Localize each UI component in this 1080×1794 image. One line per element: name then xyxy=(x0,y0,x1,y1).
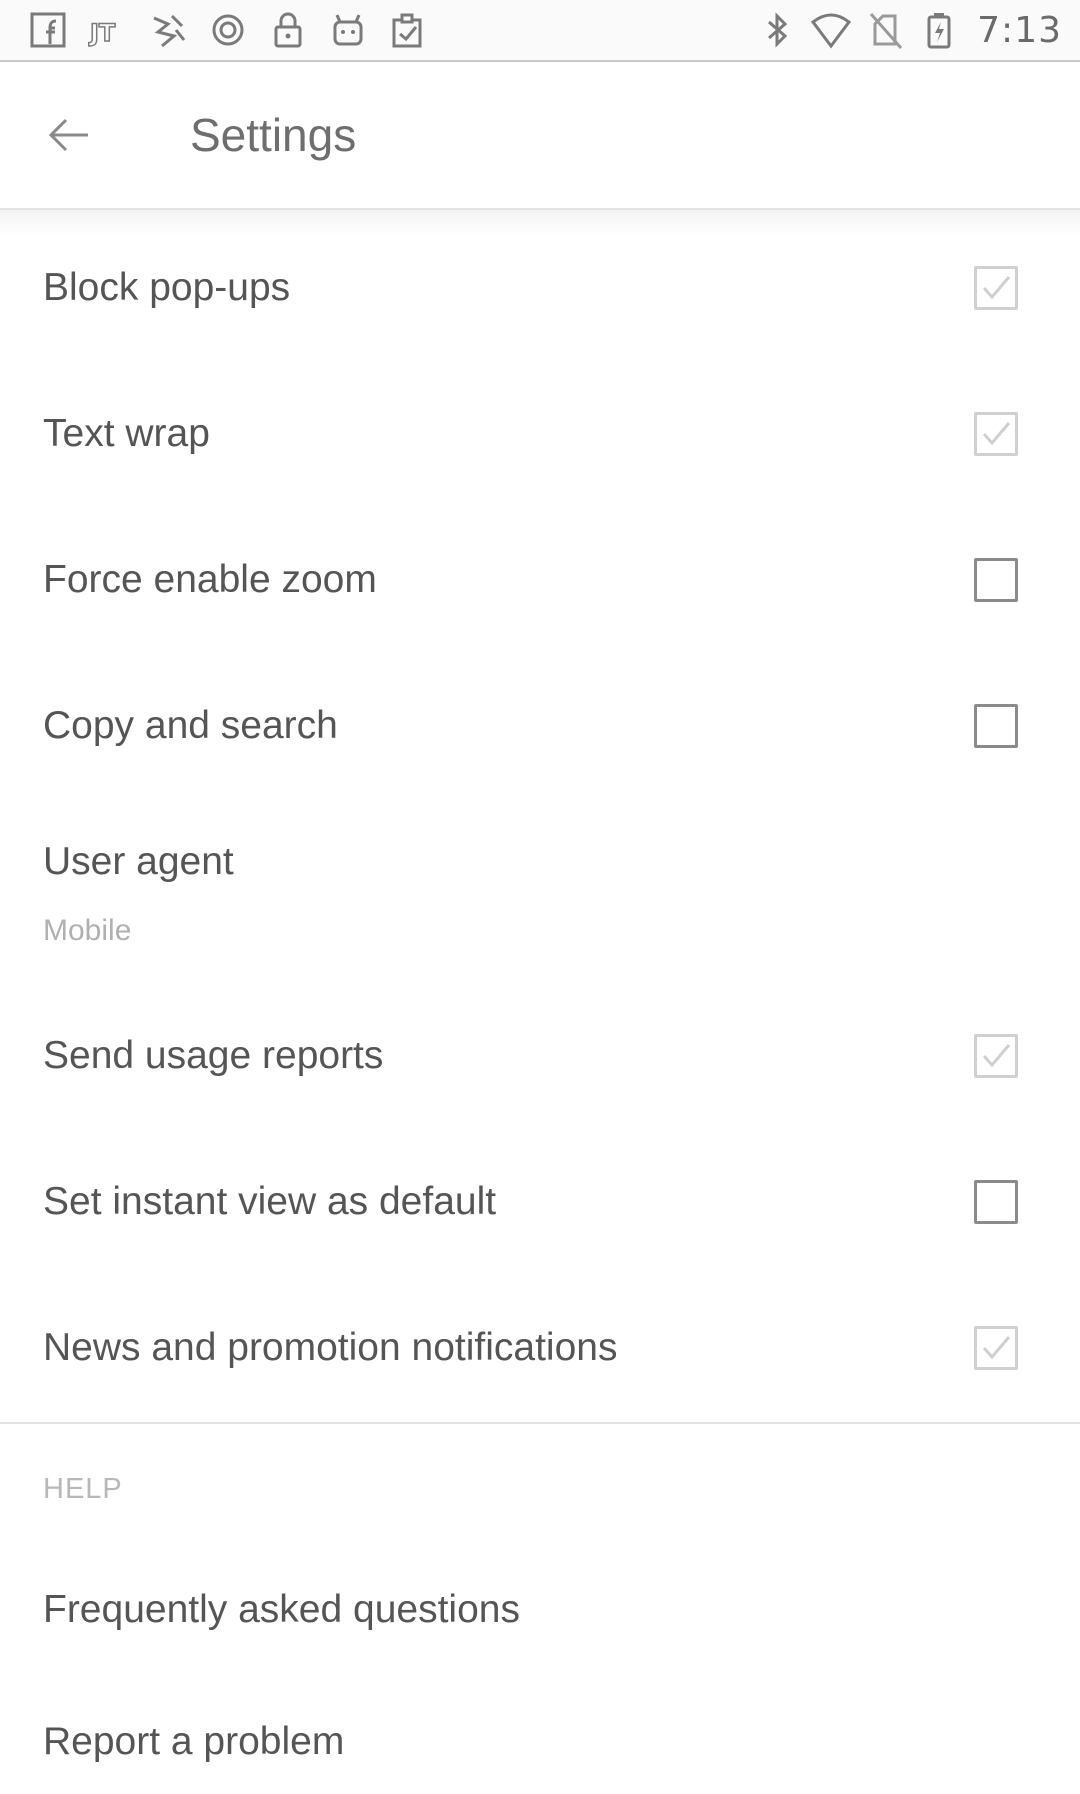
text-wrap-checkbox[interactable] xyxy=(974,412,1018,456)
setting-news-promotion-notifications[interactable]: News and promotion notifications xyxy=(0,1270,1080,1420)
bluetooth-icon xyxy=(755,8,799,52)
check-icon xyxy=(982,422,1011,446)
check-icon xyxy=(982,276,1011,300)
setting-label: Text wrap xyxy=(43,412,210,455)
instant-view-default-checkbox[interactable] xyxy=(974,1180,1018,1224)
user-agent-label: User agent xyxy=(43,840,234,883)
android-icon xyxy=(326,8,370,52)
clipboard-check-icon xyxy=(386,8,430,52)
news-app-icon xyxy=(146,8,190,52)
copy-and-search-checkbox[interactable] xyxy=(974,704,1018,748)
help-section-header: HELP xyxy=(43,1473,123,1505)
status-time: 7:13 xyxy=(977,9,1062,51)
svg-text:JT: JT xyxy=(88,19,116,47)
setting-user-agent[interactable]: User agent Mobile xyxy=(0,800,1080,994)
setting-text-wrap[interactable]: Text wrap xyxy=(0,362,1080,508)
help-item-label: Report a problem xyxy=(43,1720,345,1763)
help-item-report-problem[interactable]: Report a problem xyxy=(0,1690,1080,1794)
setting-force-enable-zoom[interactable]: Force enable zoom xyxy=(0,508,1080,654)
check-icon xyxy=(982,1044,1011,1068)
status-bar: JT 7:13 xyxy=(0,0,1080,62)
no-sim-icon xyxy=(863,8,907,52)
setting-block-popups[interactable]: Block pop-ups xyxy=(0,232,1080,362)
block-popups-checkbox[interactable] xyxy=(974,266,1018,310)
setting-label: Force enable zoom xyxy=(43,558,377,601)
back-button[interactable] xyxy=(34,100,104,170)
send-usage-reports-checkbox[interactable] xyxy=(974,1034,1018,1078)
battery-charging-icon xyxy=(917,8,961,52)
circle-app-icon xyxy=(206,8,250,52)
setting-label: News and promotion notifications xyxy=(43,1326,618,1369)
section-divider xyxy=(0,1422,1080,1424)
system-icons: 7:13 xyxy=(755,8,1062,52)
help-item-faq[interactable]: Frequently asked questions xyxy=(0,1560,1080,1690)
setting-send-usage-reports[interactable]: Send usage reports xyxy=(0,994,1080,1124)
page-title: Settings xyxy=(190,109,357,161)
arrow-left-icon xyxy=(48,118,88,152)
lock-icon xyxy=(266,8,310,52)
force-enable-zoom-checkbox[interactable] xyxy=(974,558,1018,602)
setting-label: Copy and search xyxy=(43,704,338,747)
setting-copy-and-search[interactable]: Copy and search xyxy=(0,654,1080,800)
notification-icons: JT xyxy=(26,8,446,52)
wifi-icon xyxy=(809,8,853,52)
facebook-icon xyxy=(26,8,70,52)
setting-label: Send usage reports xyxy=(43,1034,384,1077)
app-bar: Settings xyxy=(0,62,1080,210)
news-promotion-checkbox[interactable] xyxy=(974,1326,1018,1370)
check-icon xyxy=(982,1336,1011,1360)
setting-instant-view-default[interactable]: Set instant view as default xyxy=(0,1124,1080,1270)
user-agent-value: Mobile xyxy=(43,914,132,947)
jt-app-icon: JT xyxy=(86,8,130,52)
setting-label: Set instant view as default xyxy=(43,1180,497,1223)
help-item-label: Frequently asked questions xyxy=(43,1588,520,1631)
setting-label: Block pop-ups xyxy=(43,266,291,309)
